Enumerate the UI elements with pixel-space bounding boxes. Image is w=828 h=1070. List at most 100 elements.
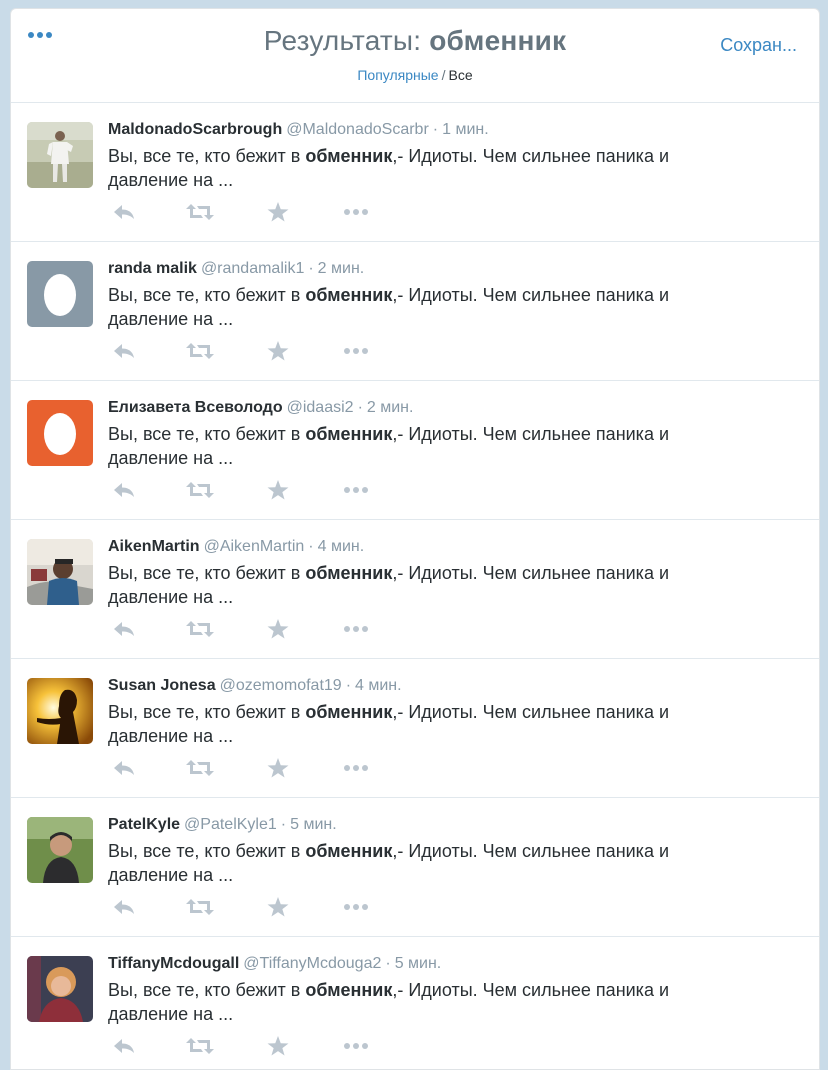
tweet-header: randa malik @randamalik1 · 2 мин. (108, 258, 799, 280)
tweet-content: MaldonadoScarbrough @MaldonadoScarbr · 1 ми… (108, 119, 799, 192)
star-icon[interactable] (267, 479, 289, 501)
tweet-text-line2: давление на ... (108, 448, 234, 468)
avatar[interactable] (27, 956, 93, 1022)
tweet-item[interactable]: TiffanyMcdougall @TiffanyMcdouga2 · 5 мин. … (11, 937, 819, 1069)
tweet-item[interactable]: MaldonadoScarbrough @MaldonadoScarbr · 1 ми… (11, 103, 819, 242)
tweet-item[interactable]: AikenMartin @AikenMartin · 4 мин. Вы, все т… (11, 520, 819, 659)
author-handle[interactable]: @ozemomofat19 (220, 677, 342, 694)
tweet-text-keyword: обменник (305, 980, 393, 1000)
author-name[interactable]: MaldonadoScarbrough (108, 121, 282, 138)
separator-dot: · (280, 816, 287, 833)
separator-dot: · (385, 955, 391, 972)
ellipsis-icon[interactable] (343, 896, 369, 918)
avatar[interactable] (27, 400, 93, 466)
author-name[interactable]: PatelKyle (108, 816, 180, 833)
tweet-text: Вы, все те, кто бежит в обменник,- Идиот… (108, 978, 799, 1026)
reply-icon[interactable] (112, 479, 136, 501)
retweet-icon[interactable] (186, 757, 214, 779)
author-name[interactable]: Susan Jonesa (108, 677, 216, 694)
filter-popular-link[interactable]: Популярные (357, 67, 438, 83)
tweet-actions (108, 201, 408, 225)
tweet-item[interactable]: Susan Jonesa @ozemomofat19 · 4 мин. Вы, все… (11, 659, 819, 798)
avatar[interactable] (27, 539, 93, 605)
star-icon[interactable] (267, 340, 289, 362)
tweet-content: PatelKyle @PatelKyle1 · 5 мин. Вы, все те, … (108, 814, 799, 887)
author-name[interactable]: TiffanyMcdougall (108, 955, 239, 972)
tweet-text-after: ,- Идиоты. Чем сильнее паника и (392, 146, 670, 166)
author-handle[interactable]: @randamalik1 (201, 260, 304, 277)
tweet-time[interactable]: 1 мин. (442, 121, 489, 138)
reply-icon[interactable] (112, 896, 136, 918)
ellipsis-icon[interactable] (343, 201, 369, 223)
filter-all-link[interactable]: Все (449, 67, 473, 83)
tweet-time[interactable]: 2 мин. (318, 260, 365, 277)
retweet-icon[interactable] (186, 340, 214, 362)
tweet-actions (108, 757, 408, 781)
tweet-text-keyword: обменник (305, 563, 393, 583)
tweet-header: PatelKyle @PatelKyle1 · 5 мин. (108, 814, 799, 836)
tweet-text-after: ,- Идиоты. Чем сильнее паника и (392, 980, 670, 1000)
retweet-icon[interactable] (186, 896, 214, 918)
star-icon[interactable] (267, 618, 289, 640)
tweet-text-line2: давление на ... (108, 170, 234, 190)
ellipsis-icon[interactable] (343, 757, 369, 779)
tweet-content: Елизавета Всеволодо @idaasi2 · 2 мин. Вы, в… (108, 397, 799, 470)
tweet-text-before: Вы, все те, кто бежит в (108, 424, 306, 444)
reply-icon[interactable] (112, 757, 136, 779)
tweet-text: Вы, все те, кто бежит в обменник,- Идиот… (108, 422, 799, 470)
avatar[interactable] (27, 817, 93, 883)
save-search-button[interactable]: Сохран... (720, 35, 797, 56)
tweet-time[interactable]: 5 мин. (290, 816, 337, 833)
tweet-actions (108, 479, 408, 503)
author-handle[interactable]: @MaldonadoScarbr (286, 121, 429, 138)
avatar[interactable] (27, 678, 93, 744)
reply-icon[interactable] (112, 618, 136, 640)
tweet-content: randa malik @randamalik1 · 2 мин. Вы, все т… (108, 258, 799, 331)
reply-icon[interactable] (112, 340, 136, 362)
author-handle[interactable]: @PatelKyle1 (184, 816, 277, 833)
tweet-text-after: ,- Идиоты. Чем сильнее паника и (392, 702, 670, 722)
tweet-text: Вы, все те, кто бежит в обменник,- Идиот… (108, 700, 799, 748)
separator-dot: · (308, 260, 314, 277)
author-handle[interactable]: @AikenMartin (204, 538, 305, 555)
avatar[interactable] (27, 122, 93, 188)
author-name[interactable]: randa malik (108, 260, 197, 277)
star-icon[interactable] (267, 757, 289, 779)
tweet-text-before: Вы, все те, кто бежит в (108, 563, 306, 583)
tweet-text-before: Вы, все те, кто бежит в (108, 841, 306, 861)
tweet-item[interactable]: randa malik @randamalik1 · 2 мин. Вы, все т… (11, 242, 819, 381)
author-handle[interactable]: @TiffanyMcdouga2 (243, 955, 381, 972)
tweet-text-after: ,- Идиоты. Чем сильнее паника и (392, 841, 670, 861)
avatar[interactable] (27, 261, 93, 327)
tweet-item[interactable]: PatelKyle @PatelKyle1 · 5 мин. Вы, все те, … (11, 798, 819, 937)
tweet-text-before: Вы, все те, кто бежит в (108, 146, 306, 166)
ellipsis-icon[interactable] (343, 618, 369, 640)
tweet-item[interactable]: Елизавета Всеволодо @idaasi2 · 2 мин. Вы, в… (11, 381, 819, 520)
tweet-time[interactable]: 2 мин. (367, 399, 414, 416)
author-name[interactable]: AikenMartin (108, 538, 200, 555)
retweet-icon[interactable] (186, 479, 214, 501)
tweet-header: Susan Jonesa @ozemomofat19 · 4 мин. (108, 675, 799, 697)
tweet-content: AikenMartin @AikenMartin · 4 мин. Вы, все т… (108, 536, 799, 609)
tweet-time[interactable]: 4 мин. (355, 677, 402, 694)
page-title: Результаты: обменник (11, 25, 819, 57)
tweet-actions (108, 896, 408, 920)
tweet-header: Елизавета Всеволодо @idaasi2 · 2 мин. (108, 397, 799, 419)
retweet-icon[interactable] (186, 618, 214, 640)
tweet-time[interactable]: 4 мин. (318, 538, 365, 555)
author-name[interactable]: Елизавета Всеволодо (108, 399, 283, 416)
search-results-panel: Результаты: обменник Сохран... Популярны… (10, 8, 820, 1070)
author-handle[interactable]: @idaasi2 (287, 399, 354, 416)
tweet-time[interactable]: 5 мин. (395, 955, 442, 972)
tweet-header: AikenMartin @AikenMartin · 4 мин. (108, 536, 799, 558)
title-prefix: Результаты: (263, 25, 422, 56)
tweet-text-before: Вы, все те, кто бежит в (108, 980, 306, 1000)
ellipsis-icon[interactable] (343, 479, 369, 501)
tweet-text-line2: давление на ... (108, 309, 234, 329)
ellipsis-icon[interactable] (343, 340, 369, 362)
reply-icon[interactable] (112, 201, 136, 223)
star-icon[interactable] (267, 201, 289, 223)
retweet-icon[interactable] (186, 201, 214, 223)
tweet-text: Вы, все те, кто бежит в обменник,- Идиот… (108, 561, 799, 609)
star-icon[interactable] (267, 896, 289, 918)
